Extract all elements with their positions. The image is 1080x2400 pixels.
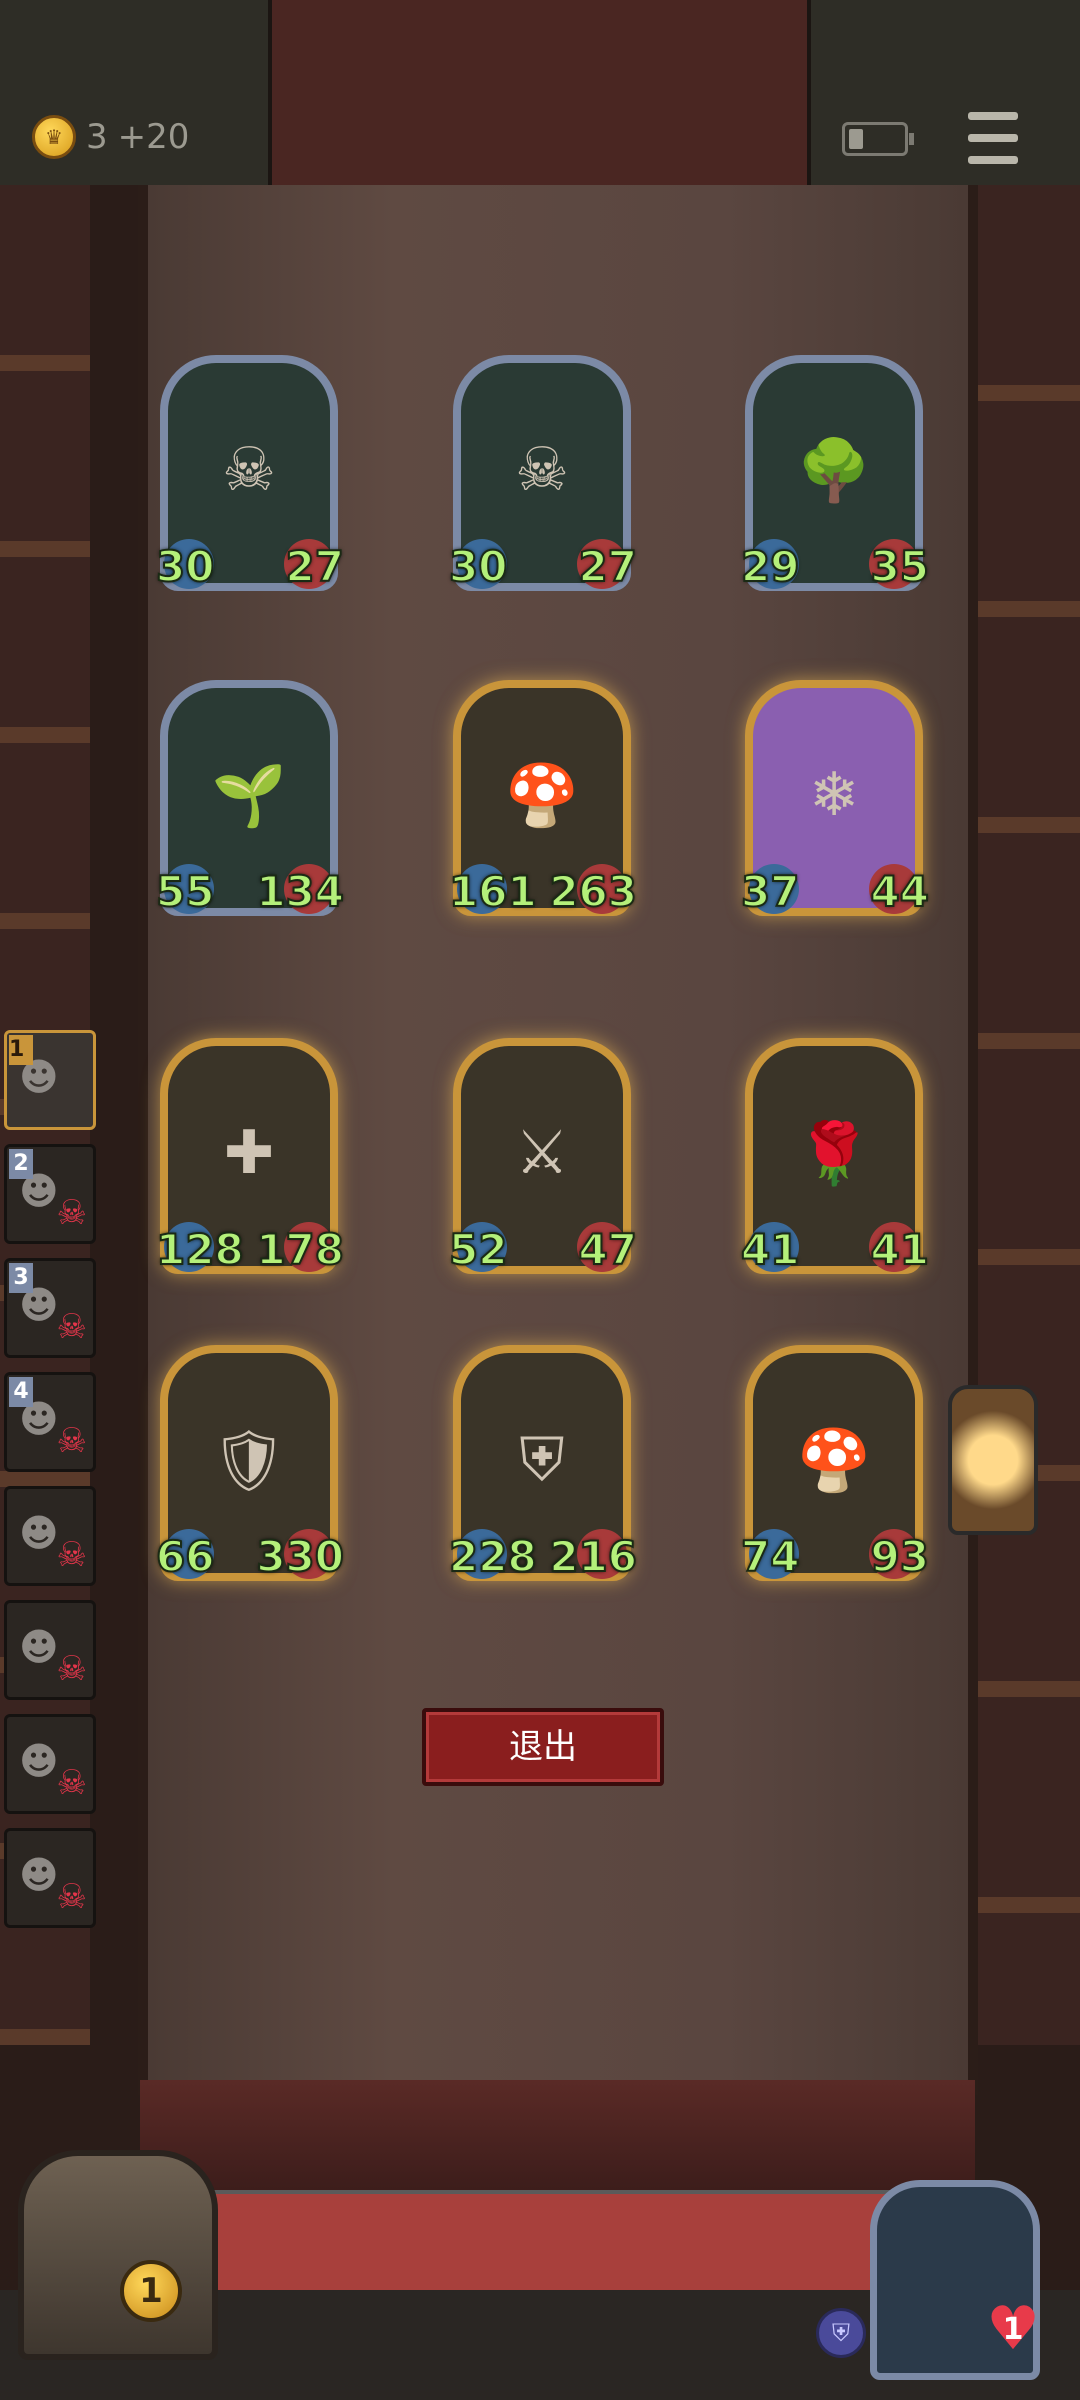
player-lives: 1 — [1002, 2312, 1024, 2347]
gold-counter: ♛ 3 +20 — [32, 112, 189, 162]
attack-value: 228 — [448, 1531, 538, 1582]
skull-crossbones-icon: ☠ — [56, 1193, 87, 1233]
skull-crossbones-icon: ☠ — [56, 1535, 87, 1575]
stitched-giant-portrait: ✚ — [223, 1118, 275, 1188]
skull-crossbones-icon: ☠ — [56, 1421, 87, 1461]
attack-value: 161 — [448, 866, 538, 917]
door-steps — [140, 2080, 975, 2200]
attack-value: 128 — [155, 1224, 245, 1275]
bookshelf-right — [975, 185, 1080, 2045]
shield-icon: ⛨ — [816, 2308, 866, 2358]
attack-value: 66 — [155, 1531, 215, 1582]
skull-crossbones-icon: ☠ — [56, 1649, 87, 1689]
menu-icon[interactable] — [968, 112, 1018, 164]
crown-coin-icon: ♛ — [32, 115, 76, 159]
opponent-face-icon: ☻ — [19, 1853, 59, 1897]
lineup-slot[interactable]: ☻ 4 ☠ — [4, 1372, 96, 1472]
health-value: 330 — [255, 1531, 345, 1582]
treasure-chest[interactable] — [18, 2150, 218, 2360]
red-carpet — [180, 2190, 900, 2300]
armored-knight-portrait: ⛨ — [519, 1425, 565, 1495]
health-value: 27 — [285, 541, 345, 592]
skull-crossbones-icon: ☠ — [56, 1763, 87, 1803]
tree-monster-portrait: 🌳 — [796, 435, 872, 506]
unit-card-frost-yeti-mage[interactable]: ❄ 37 44 — [740, 680, 930, 917]
unit-card-leaf-girl[interactable]: 🌱 55 134 — [155, 680, 345, 917]
slot-rank: 1 — [9, 1035, 33, 1065]
health-value: 47 — [578, 1224, 638, 1275]
horned-elf-girl-portrait: ☠ — [222, 435, 276, 505]
hooded-rose-sage-portrait: 🌹 — [796, 1118, 872, 1189]
skull-crossbones-icon: ☠ — [56, 1877, 87, 1917]
unit-card-shadow-mushroom[interactable]: 🍄 74 93 — [740, 1345, 930, 1582]
health-value: 263 — [548, 866, 638, 917]
health-value: 44 — [870, 866, 930, 917]
attack-value: 41 — [740, 1224, 800, 1275]
lineup-slot[interactable]: ☻ ☠ — [4, 1600, 96, 1700]
slot-rank: 4 — [9, 1377, 33, 1407]
unit-card-tree-monster[interactable]: 🌳 29 35 — [740, 355, 930, 592]
unit-card-shadow-mushroom[interactable]: 🍄 161 263 — [448, 680, 638, 917]
unit-card-hooded-rose-sage[interactable]: 🌹 41 41 — [740, 1038, 930, 1275]
attack-value: 30 — [448, 541, 508, 592]
shadow-mushroom-portrait: 🍄 — [504, 760, 580, 831]
frost-yeti-mage-portrait: ❄ — [808, 760, 860, 830]
horned-elf-girl-portrait: ☠ — [515, 435, 569, 505]
gold-amount: 3 — [86, 117, 108, 157]
lineup-slot[interactable]: ☻ ☠ — [4, 1828, 96, 1928]
bearded-barbarian-portrait: ⚔ — [515, 1118, 569, 1188]
unit-card-masked-warrior[interactable]: 🛡 66 330 — [155, 1345, 345, 1582]
unit-card-bearded-barbarian[interactable]: ⚔ 52 47 — [448, 1038, 638, 1275]
shadow-mushroom-portrait: 🍄 — [796, 1425, 872, 1496]
attack-value: 30 — [155, 541, 215, 592]
health-value: 27 — [578, 541, 638, 592]
opponent-face-icon: ☻ — [19, 1511, 59, 1555]
unit-card-armored-knight[interactable]: ⛨ 228 216 — [448, 1345, 638, 1582]
battery-icon — [842, 122, 914, 156]
opponent-face-icon: ☻ — [19, 1625, 59, 1669]
lineup-slot[interactable]: ☻ ☠ — [4, 1486, 96, 1586]
leaf-girl-portrait: 🌱 — [211, 760, 287, 831]
health-value: 93 — [870, 1531, 930, 1582]
top-notch — [268, 0, 811, 185]
opponent-face-icon: ☻ — [19, 1739, 59, 1783]
lineup-slot[interactable]: ☻ 1 — [4, 1030, 96, 1130]
attack-value: 74 — [740, 1531, 800, 1582]
health-value: 134 — [255, 866, 345, 917]
unit-card-horned-elf-girl[interactable]: ☠ 30 27 — [155, 355, 345, 592]
lineup-slot[interactable]: ☻ 3 ☠ — [4, 1258, 96, 1358]
skull-crossbones-icon: ☠ — [56, 1307, 87, 1347]
health-value: 178 — [255, 1224, 345, 1275]
health-value: 216 — [548, 1531, 638, 1582]
attack-value: 52 — [448, 1224, 508, 1275]
battery-level — [849, 129, 863, 149]
slot-rank: 3 — [9, 1263, 33, 1293]
unit-card-stitched-giant[interactable]: ✚ 128 178 — [155, 1038, 345, 1275]
health-value: 35 — [870, 541, 930, 592]
exit-button[interactable]: 退出 — [422, 1708, 664, 1786]
chest-count-badge: 1 — [120, 2260, 182, 2322]
lantern-icon — [948, 1385, 1038, 1535]
lineup-slot[interactable]: ☻ ☠ — [4, 1714, 96, 1814]
attack-value: 55 — [155, 866, 215, 917]
unit-card-horned-elf-girl[interactable]: ☠ 30 27 — [448, 355, 638, 592]
attack-value: 37 — [740, 866, 800, 917]
health-value: 41 — [870, 1224, 930, 1275]
masked-warrior-portrait: 🛡 — [210, 1425, 288, 1496]
lineup-slot[interactable]: ☻ 2 ☠ — [4, 1144, 96, 1244]
attack-value: 29 — [740, 541, 800, 592]
gold-income: +20 — [117, 117, 190, 157]
slot-rank: 2 — [9, 1149, 33, 1179]
